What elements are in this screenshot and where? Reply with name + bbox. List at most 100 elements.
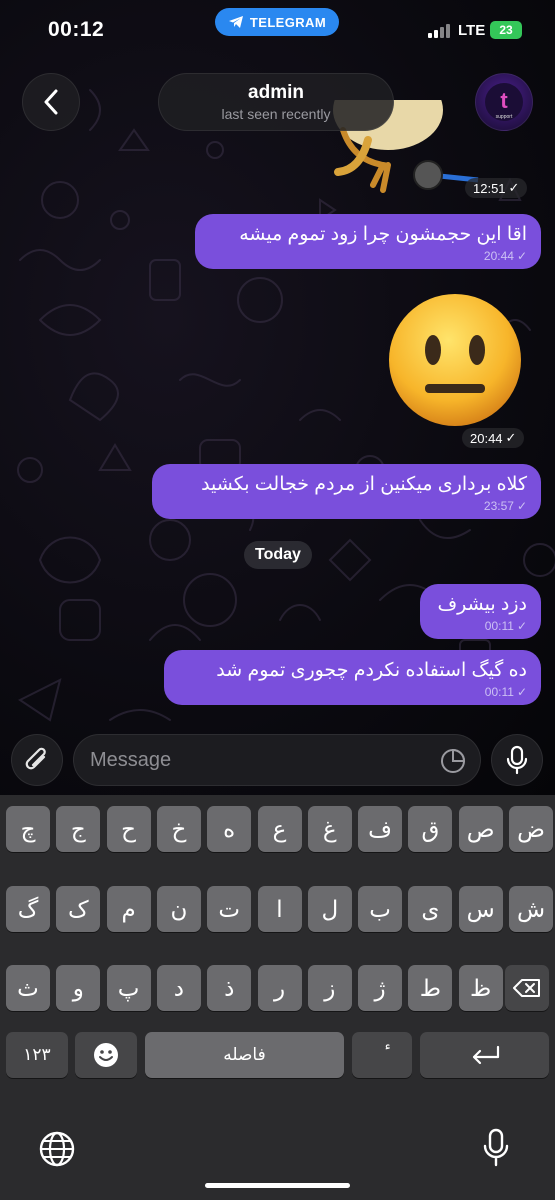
battery-level: 23 <box>499 23 513 37</box>
check-icon: ✓ <box>516 499 527 513</box>
key-row3-8[interactable]: ط <box>408 965 453 1011</box>
telegram-label: TELEGRAM <box>249 14 327 30</box>
message-text: ده گیگ استفاده نکردم چجوری تموم شد <box>216 660 527 681</box>
globe-icon[interactable] <box>38 1130 76 1168</box>
voice-record-button[interactable] <box>491 734 543 786</box>
check-icon: ✓ <box>516 249 527 263</box>
message-bubble[interactable]: دزد بیشرف 00:11 ✓ <box>420 584 541 639</box>
message-input[interactable] <box>90 745 420 775</box>
network-label: LTE <box>458 22 486 39</box>
numbers-key[interactable]: ۱۲۳ <box>6 1032 68 1078</box>
avatar-caption: support <box>496 114 513 120</box>
avatar-glyph: t <box>500 88 508 113</box>
key-row1-3[interactable]: خ <box>156 806 201 852</box>
key-row3-9[interactable]: ظ <box>458 965 503 1011</box>
chevron-left-icon <box>44 89 58 115</box>
neutral-face-emoji[interactable] <box>385 290 525 430</box>
microphone-icon <box>506 745 528 775</box>
message-text: کلاه برداری میکنین از مردم خجالت بکشید <box>201 474 527 495</box>
message-time: 20:44 <box>470 430 503 446</box>
message-bubble[interactable]: اقا این حجمشون چرا زود تموم میشه 20:44 ✓ <box>195 214 541 269</box>
last-seen-status: last seen recently <box>221 106 331 122</box>
smile-icon <box>94 1043 118 1067</box>
check-icon: ✓ <box>508 180 520 195</box>
key-row2-7[interactable]: ب <box>358 886 403 932</box>
telegram-pill[interactable]: TELEGRAM <box>215 8 339 36</box>
key-row3-6[interactable]: ز <box>307 965 352 1011</box>
message-input-container[interactable] <box>73 734 481 786</box>
key-row2-9[interactable]: س <box>458 886 503 932</box>
sticker-icon[interactable] <box>440 748 466 774</box>
key-row3-0[interactable]: ث <box>6 965 50 1011</box>
space-key-label: فاصله <box>223 1045 266 1064</box>
message-time: 00:11 <box>484 685 514 699</box>
key-row3-1[interactable]: و <box>56 965 101 1011</box>
message-text: اقا این حجمشون چرا زود تموم میشه <box>239 224 527 245</box>
check-icon: ✓ <box>505 430 517 445</box>
message-time: 00:11 <box>484 619 514 633</box>
numbers-key-label: ۱۲۳ <box>23 1045 51 1064</box>
dictation-microphone-icon[interactable] <box>483 1128 509 1168</box>
key-row1-9[interactable]: ص <box>458 806 503 852</box>
return-icon <box>472 1045 499 1065</box>
date-separator: Today <box>244 541 312 569</box>
message-bubble[interactable]: کلاه برداری میکنین از مردم خجالت بکشید 2… <box>152 464 541 519</box>
key-row1-8[interactable]: ق <box>408 806 453 852</box>
status-time: 00:12 <box>48 18 105 41</box>
emoji-meta: 20:44 ✓ <box>462 428 525 448</box>
paperclip-icon <box>25 747 46 770</box>
key-row3-3[interactable]: د <box>156 965 201 1011</box>
key-row3-7[interactable]: ژ <box>358 965 403 1011</box>
key-row2-10[interactable]: ش <box>509 886 553 932</box>
contact-name: admin <box>248 82 304 103</box>
key-row2-8[interactable]: ی <box>408 886 453 932</box>
key-row1-7[interactable]: ف <box>358 806 403 852</box>
avatar[interactable]: t support <box>475 73 533 131</box>
status-bar: 00:12 TELEGRAM LTE 23 <box>0 0 555 60</box>
key-row2-4[interactable]: ت <box>207 886 252 932</box>
key-row2-6[interactable]: ل <box>307 886 352 932</box>
key-row1-2[interactable]: ح <box>106 806 151 852</box>
key-row1-0[interactable]: چ <box>6 806 50 852</box>
check-icon: ✓ <box>516 619 527 633</box>
key-row3-5[interactable]: ر <box>257 965 302 1011</box>
key-row1-10[interactable]: ض <box>509 806 553 852</box>
persian-keyboard: چجحخهعغفقصض گکمنتالبیسش ثوپدذرزژطظ ۱۲۳ ف… <box>0 795 555 1200</box>
key-row1-5[interactable]: ع <box>257 806 302 852</box>
key-row1-4[interactable]: ه <box>207 806 252 852</box>
key-row2-5[interactable]: ا <box>257 886 302 932</box>
home-indicator <box>205 1183 350 1188</box>
key-row1-6[interactable]: غ <box>307 806 352 852</box>
battery-icon: 23 <box>490 21 522 39</box>
key-row3-4[interactable]: ذ <box>207 965 252 1011</box>
key-row2-3[interactable]: ن <box>156 886 201 932</box>
delete-icon <box>513 979 540 997</box>
key-row3-2[interactable]: پ <box>106 965 151 1011</box>
message-time: 20:44 <box>483 249 514 263</box>
key-row2-2[interactable]: م <box>106 886 151 932</box>
backspace-key[interactable] <box>505 965 549 1011</box>
chat-title[interactable]: admin last seen recently <box>158 73 394 131</box>
mark-key[interactable]: ٔ <box>352 1032 412 1078</box>
key-row2-0[interactable]: گ <box>6 886 50 932</box>
check-icon: ✓ <box>516 685 527 699</box>
signal-icon <box>428 24 450 38</box>
message-meta: 23:57 ✓ <box>166 499 527 513</box>
message-text: دزد بیشرف <box>437 594 527 615</box>
telegram-icon <box>228 16 243 28</box>
emoji-key[interactable] <box>75 1032 137 1078</box>
space-key[interactable]: فاصله <box>145 1032 344 1078</box>
return-key[interactable] <box>420 1032 549 1078</box>
message-bubble[interactable]: ده گیگ استفاده نکردم چجوری تموم شد 00:11… <box>164 650 541 705</box>
message-meta: 00:11 ✓ <box>178 685 527 699</box>
avatar-logo: t support <box>485 83 523 121</box>
attach-button[interactable] <box>11 734 63 786</box>
key-row2-1[interactable]: ک <box>56 886 101 932</box>
message-time: 12:51 <box>473 180 506 196</box>
message-meta: 00:11 ✓ <box>434 619 527 633</box>
key-row1-1[interactable]: ج <box>56 806 101 852</box>
message-time: 23:57 <box>483 499 514 513</box>
back-button[interactable] <box>22 73 80 131</box>
message-meta: 20:44 ✓ <box>209 249 527 263</box>
sticker-meta: 12:51 ✓ <box>465 178 528 198</box>
